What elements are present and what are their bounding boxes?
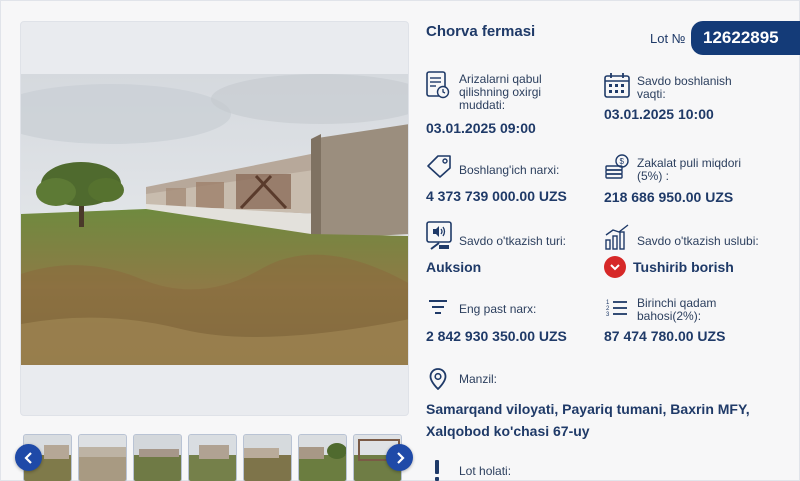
auction-method-label: Savdo o'tkazish uslubi: bbox=[637, 234, 759, 248]
auction-type-value: Auksion bbox=[426, 259, 482, 275]
money-stack-icon: $ bbox=[605, 154, 629, 179]
bar-chart-icon bbox=[605, 224, 629, 250]
main-photo bbox=[21, 74, 408, 365]
chevron-left-icon bbox=[23, 451, 32, 464]
price-tag-icon bbox=[427, 155, 451, 178]
exclamation-icon bbox=[435, 460, 439, 481]
lot-card: Chorva fermasi Lot № 12622895 Arizalarni… bbox=[0, 0, 800, 481]
map-pin-icon bbox=[429, 368, 447, 390]
auction-gavel-icon bbox=[426, 221, 452, 250]
lot-number-badge: 12622895 bbox=[691, 21, 800, 55]
first-step-label: Birinchi qadam bahosi(2%): bbox=[637, 296, 717, 323]
deposit-label: Zakalat puli miqdori (5%) : bbox=[637, 156, 742, 183]
auction-start-value: 03.01.2025 10:00 bbox=[604, 106, 714, 122]
thumbnail[interactable] bbox=[78, 434, 127, 481]
gallery-prev-button[interactable] bbox=[15, 444, 42, 471]
thumbnail[interactable] bbox=[188, 434, 237, 481]
min-price-label: Eng past narx: bbox=[459, 302, 537, 316]
chevron-right-icon bbox=[396, 451, 405, 464]
thumbnail[interactable] bbox=[243, 434, 292, 481]
thumbnail[interactable] bbox=[298, 434, 347, 481]
calendar-icon bbox=[604, 73, 630, 98]
lot-status-label: Lot holati: bbox=[459, 464, 512, 478]
auction-method-value: Tushirib borish bbox=[633, 259, 734, 275]
thumbnail-strip bbox=[23, 434, 408, 481]
svg-text:$: $ bbox=[620, 157, 625, 166]
document-clock-icon bbox=[426, 71, 450, 99]
gallery-next-button[interactable] bbox=[386, 444, 413, 471]
numbered-list-icon: 1 2 3 bbox=[606, 300, 627, 318]
application-deadline-label: Arizalarni qabul qilishning oxirgi mudda… bbox=[459, 72, 542, 112]
address-value: Samarqand viloyati, Payariq tumani, Baxr… bbox=[426, 401, 750, 439]
start-price-value: 4 373 739 000.00 UZS bbox=[426, 188, 567, 204]
deposit-value: 218 686 950.00 UZS bbox=[604, 189, 734, 205]
sort-filter-icon bbox=[429, 300, 447, 314]
start-price-label: Boshlang'ich narxi: bbox=[459, 163, 560, 177]
auction-start-label: Savdo boshlanish vaqti: bbox=[637, 74, 732, 101]
main-photo-frame[interactable] bbox=[20, 21, 409, 416]
method-badge bbox=[604, 256, 626, 278]
lot-title: Chorva fermasi bbox=[426, 23, 536, 40]
chevron-down-icon bbox=[610, 264, 620, 271]
application-deadline-value: 03.01.2025 09:00 bbox=[426, 120, 536, 136]
first-step-value: 87 474 780.00 UZS bbox=[604, 328, 726, 344]
lot-number-label: Lot № bbox=[650, 31, 686, 46]
svg-text:3: 3 bbox=[606, 312, 610, 318]
address-label: Manzil: bbox=[459, 372, 498, 386]
auction-type-label: Savdo o'tkazish turi: bbox=[459, 234, 567, 248]
min-price-value: 2 842 930 350.00 UZS bbox=[426, 328, 567, 344]
thumbnail[interactable] bbox=[133, 434, 182, 481]
